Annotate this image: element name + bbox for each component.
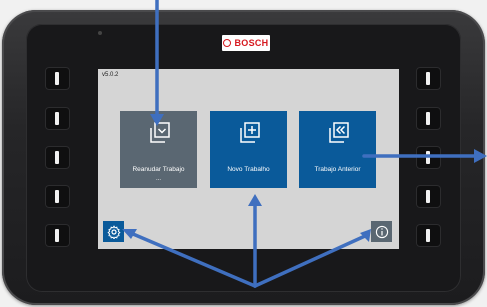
arrow-to-info [253, 234, 367, 288]
arrow-head-new-job [248, 194, 262, 206]
arrow-head-info [360, 229, 371, 242]
arrow-to-settings [131, 232, 257, 288]
annotation-arrows [122, 0, 487, 288]
arrow-head-previous-job [474, 149, 487, 163]
arrow-head-resume-job [150, 114, 164, 126]
